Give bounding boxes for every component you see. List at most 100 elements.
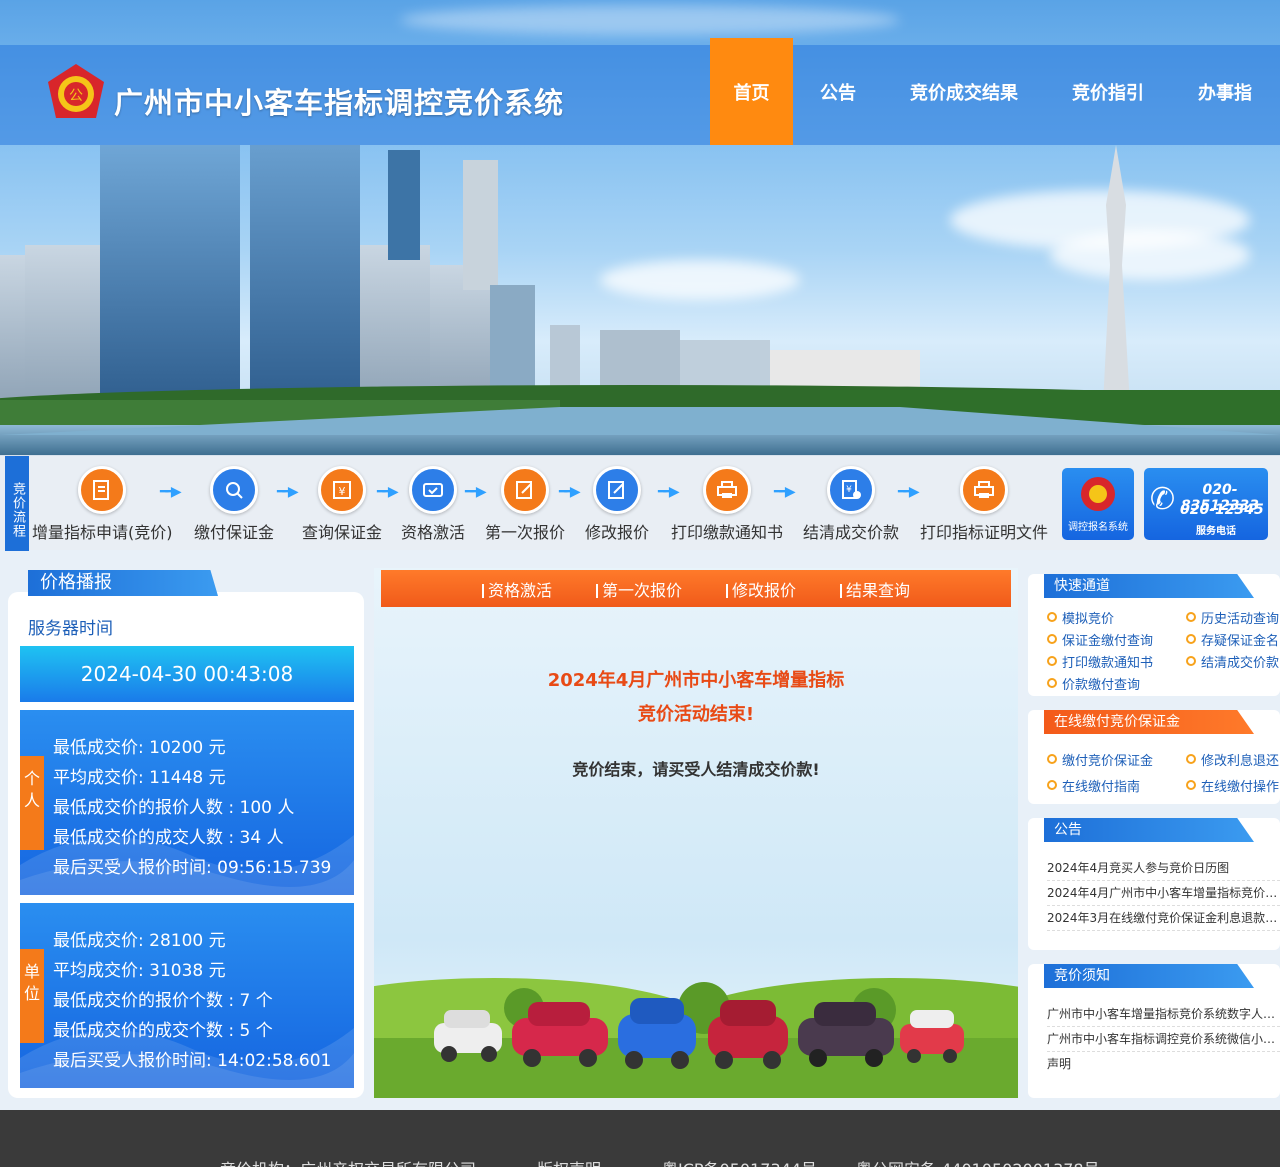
printer-icon: [960, 466, 1008, 514]
svg-text:公: 公: [69, 88, 83, 104]
bidding-status-panel: 资格激活 第一次报价 修改报价 结果查询 2024年4月广州市中小客车增量指标 …: [374, 568, 1018, 1098]
link-online-guide[interactable]: 在线缴付指南: [1047, 776, 1140, 795]
online-deposit-title: 在线缴付竞价保证金: [1044, 710, 1254, 734]
stat-line: 最低成交价: 10200 元: [53, 738, 226, 758]
printer-icon: [703, 466, 751, 514]
link-pay-deposit[interactable]: 缴付竞价保证金: [1047, 750, 1153, 769]
pen-paper-icon: [501, 466, 549, 514]
right-sidebar: 快速通道 模拟竞价 历史活动查询 保证金缴付查询 存疑保证金名 打印缴款通知书 …: [1028, 568, 1280, 1098]
arrow-icon: ━━▶: [160, 484, 182, 500]
unit-stats: 最低成交价: 28100 元 平均成交价: 31038 元 最低成交价的报价个数…: [53, 926, 331, 1076]
nav-guide[interactable]: 竞价指引: [1045, 38, 1171, 145]
notice-title-line2: 竞价活动结束!: [637, 704, 755, 725]
step-print-certificate[interactable]: 打印指标证明文件: [918, 466, 1050, 543]
step-query-deposit[interactable]: ¥ 查询保证金: [300, 466, 384, 543]
footer-organization: 竞价机构：广州产权交易所有限公司: [220, 1156, 476, 1167]
step-label: 增量指标申请(竞价): [32, 523, 173, 542]
step-label: 资格激活: [400, 523, 465, 542]
stat-line: 平均成交价: 11448 元: [53, 768, 226, 788]
notes-item[interactable]: 广州市中小客车增量指标竞价系统数字人民币: [1047, 1002, 1280, 1027]
stat-line: 最低成交价的成交个数 : 5 个: [53, 1021, 273, 1041]
announcement-title: 公告: [1044, 818, 1254, 842]
tab-first-bid[interactable]: 第一次报价: [574, 577, 704, 601]
tab-modify-bid[interactable]: 修改报价: [704, 577, 818, 601]
yuan-receipt-icon: ¥: [318, 466, 366, 514]
payment-check-icon: ¥: [827, 466, 875, 514]
stat-line: 最低成交价的报价人数 : 100 人: [53, 798, 295, 818]
phone-number-2: 020-12345: [1180, 502, 1264, 518]
stat-line: 平均成交价: 31038 元: [53, 961, 226, 981]
arrow-icon: ━━▶: [377, 484, 399, 500]
quick-channel-title: 快速通道: [1044, 574, 1254, 598]
server-time-value: 2024-04-30 00:43:08: [20, 646, 354, 702]
arrow-icon: ━━▶: [277, 484, 299, 500]
document-edit-icon: [78, 466, 126, 514]
step-print-notice[interactable]: 打印缴款通知书: [670, 466, 784, 543]
step-label: 结清成交价款: [802, 523, 899, 542]
footer-copyright-link[interactable]: 版权声明: [537, 1156, 601, 1167]
process-label: 竞价流程: [5, 456, 29, 551]
nav-results[interactable]: 竞价成交结果: [883, 38, 1045, 145]
announcement-item[interactable]: 2024年4月广州市中小客车增量指标竞价通告: [1047, 881, 1280, 906]
step-label: 打印指标证明文件: [919, 523, 1048, 542]
link-online-operation[interactable]: 在线缴付操作: [1186, 776, 1279, 795]
link-settle-payment[interactable]: 结清成交价款: [1186, 652, 1279, 671]
announcement-item[interactable]: 2024年4月竞买人参与竞价日历图: [1047, 856, 1280, 881]
svg-text:¥: ¥: [339, 485, 346, 498]
link-print-notice[interactable]: 打印缴款通知书: [1047, 652, 1153, 671]
arrow-icon: ━━▶: [774, 484, 796, 500]
registration-system-button[interactable]: 调控报名系统: [1062, 468, 1134, 540]
personal-side-label: 个人: [20, 756, 44, 850]
arrow-icon: ━━▶: [898, 484, 920, 500]
svg-text:¥: ¥: [846, 485, 852, 495]
step-settle-payment[interactable]: ¥ 结清成交价款: [802, 466, 900, 543]
link-doubtful-deposit[interactable]: 存疑保证金名: [1186, 630, 1279, 649]
notes-item[interactable]: 声明: [1047, 1052, 1280, 1077]
step-modify-bid[interactable]: 修改报价: [584, 466, 650, 543]
edit-icon: [593, 466, 641, 514]
bidding-tabs: 资格激活 第一次报价 修改报价 结果查询: [381, 570, 1011, 607]
stat-line: 最低成交价的报价个数 : 7 个: [53, 991, 273, 1011]
link-deposit-query[interactable]: 保证金缴付查询: [1047, 630, 1153, 649]
stat-line: 最低成交价: 28100 元: [53, 931, 226, 951]
tab-result-query[interactable]: 结果查询: [818, 577, 932, 601]
cars-illustration: [374, 978, 1018, 1098]
bidding-notes-title: 竞价须知: [1044, 964, 1254, 988]
sys-button-label: 调控报名系统: [1068, 522, 1128, 533]
link-interest-refund[interactable]: 修改利息退还: [1186, 750, 1279, 769]
server-time-label: 服务器时间: [28, 619, 113, 639]
unit-price-box: 单位 最低成交价: 28100 元 平均成交价: 31038 元 最低成交价的报…: [20, 903, 354, 1088]
personal-price-box: 个人 最低成交价: 10200 元 平均成交价: 11448 元 最低成交价的报…: [20, 710, 354, 895]
tab-activate[interactable]: 资格激活: [460, 577, 574, 601]
stat-line: 最后买受人报价时间: 09:56:15.739: [53, 858, 332, 878]
step-label: 修改报价: [584, 523, 649, 542]
footer-icp[interactable]: 粤ICP备05017344号: [662, 1156, 817, 1167]
nav-home[interactable]: 首页: [710, 38, 793, 145]
step-apply[interactable]: 增量指标申请(竞价): [32, 466, 173, 543]
stat-line: 最后买受人报价时间: 14:02:58.601: [53, 1051, 332, 1071]
arrow-icon: ━━▶: [559, 484, 581, 500]
unit-side-label: 单位: [20, 949, 44, 1043]
step-pay-deposit[interactable]: 缴付保证金: [192, 466, 276, 543]
footer-police-record[interactable]: 粤公网安备 44010502001378号: [856, 1156, 1100, 1167]
emblem-logo: 公: [48, 64, 104, 118]
personal-stats: 最低成交价: 10200 元 平均成交价: 11448 元 最低成交价的报价人数…: [53, 733, 331, 883]
main-nav: 首页 公告 竞价成交结果 竞价指引 办事指: [710, 38, 1279, 145]
announcement-item[interactable]: 2024年3月在线缴付竞价保证金利息退款不...: [1047, 906, 1280, 931]
notice-title-line1: 2024年4月广州市中小客车增量指标: [547, 670, 845, 691]
magnifier-card-icon: [210, 466, 258, 514]
nav-announcement[interactable]: 公告: [793, 38, 883, 145]
city-skyline-image: [0, 145, 1280, 455]
nav-services[interactable]: 办事指: [1171, 38, 1279, 145]
step-activate[interactable]: 资格激活: [400, 466, 466, 543]
phone-label: 服务电话: [1196, 526, 1236, 537]
arrow-icon: ━━▶: [465, 484, 487, 500]
step-label: 查询保证金: [301, 523, 382, 542]
notes-item[interactable]: 广州市中小客车指标调控竞价系统微信小程序: [1047, 1027, 1280, 1052]
link-payment-query[interactable]: 价款缴付查询: [1047, 674, 1140, 693]
link-history[interactable]: 历史活动查询: [1186, 608, 1279, 627]
footer: 竞价机构：广州产权交易所有限公司 版权声明 粤ICP备05017344号 粤公网…: [0, 1110, 1280, 1167]
service-phone-button[interactable]: ✆ 020-83512333 020-12345 服务电话: [1144, 468, 1268, 540]
link-mock-bid[interactable]: 模拟竞价: [1047, 608, 1114, 627]
step-first-bid[interactable]: 第一次报价: [484, 466, 566, 543]
